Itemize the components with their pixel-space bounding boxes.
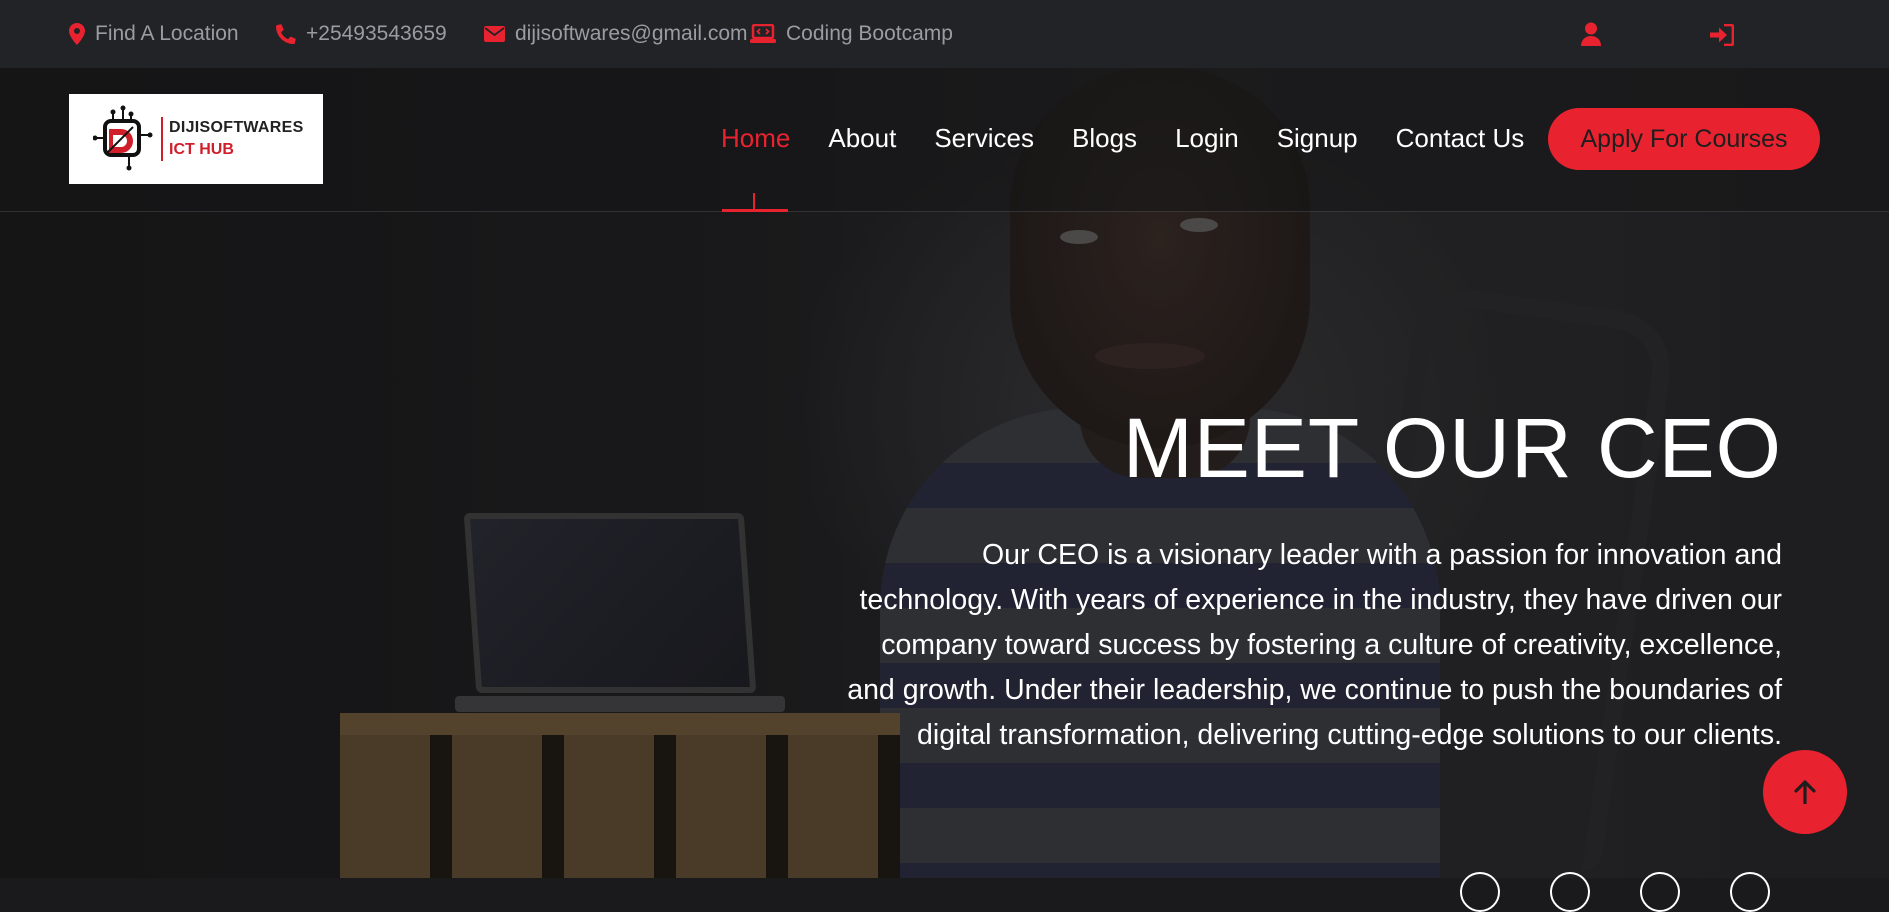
logo-line1: DIJISOFTWARES	[169, 119, 304, 137]
back-to-top-button[interactable]	[1763, 750, 1847, 834]
logo-line2: ICT HUB	[169, 141, 234, 158]
user-icon	[1581, 22, 1601, 46]
site-logo[interactable]: DIJISOFTWARES ICT HUB	[69, 94, 323, 184]
logo-mark-icon	[93, 105, 153, 171]
social-link-3[interactable]	[1640, 872, 1680, 912]
main-navbar: DIJISOFTWARES ICT HUB Home About Service…	[0, 68, 1889, 212]
user-account-link[interactable]	[1581, 22, 1603, 48]
map-marker-icon	[69, 23, 85, 45]
social-link-1[interactable]	[1460, 872, 1500, 912]
bootcamp-text: Coding Bootcamp	[786, 22, 953, 45]
primary-nav: Home About Services Blogs Login Signup C…	[721, 123, 1562, 154]
nav-item-about[interactable]: About	[828, 123, 896, 154]
nav-item-contact-us[interactable]: Contact Us	[1396, 123, 1525, 154]
top-info-bar: Find A Location +25493543659 dijisoftwar…	[0, 0, 1889, 68]
logo-text: DIJISOFTWARES ICT HUB	[161, 117, 304, 161]
nav-active-indicator	[722, 193, 788, 212]
phone-icon	[276, 24, 296, 44]
email-text: dijisoftwares@gmail.com	[515, 22, 748, 45]
phone-link[interactable]: +25493543659	[276, 22, 484, 46]
social-link-4[interactable]	[1730, 872, 1770, 912]
apply-for-courses-button[interactable]: Apply For Courses	[1548, 108, 1820, 170]
nav-item-blogs[interactable]: Blogs	[1072, 123, 1137, 154]
nav-item-services[interactable]: Services	[934, 123, 1034, 154]
sign-in-link[interactable]	[1710, 23, 1735, 48]
laptop-code-icon	[750, 24, 776, 43]
hero-title: MEET OUR CEO	[1122, 401, 1782, 495]
location-link[interactable]: Find A Location	[69, 22, 276, 46]
nav-item-home[interactable]: Home	[721, 123, 790, 154]
bootcamp-link[interactable]: Coding Bootcamp	[750, 22, 953, 46]
arrow-up-icon	[1794, 780, 1816, 804]
phone-text: +25493543659	[306, 22, 447, 45]
envelope-icon	[484, 26, 505, 42]
nav-item-login[interactable]: Login	[1175, 123, 1239, 154]
hero-description: Our CEO is a visionary leader with a pas…	[847, 539, 1782, 751]
email-link[interactable]: dijisoftwares@gmail.com	[484, 22, 750, 46]
sign-in-icon	[1710, 23, 1735, 47]
location-text: Find A Location	[95, 22, 239, 45]
social-link-2[interactable]	[1550, 872, 1590, 912]
nav-item-signup[interactable]: Signup	[1277, 123, 1358, 154]
